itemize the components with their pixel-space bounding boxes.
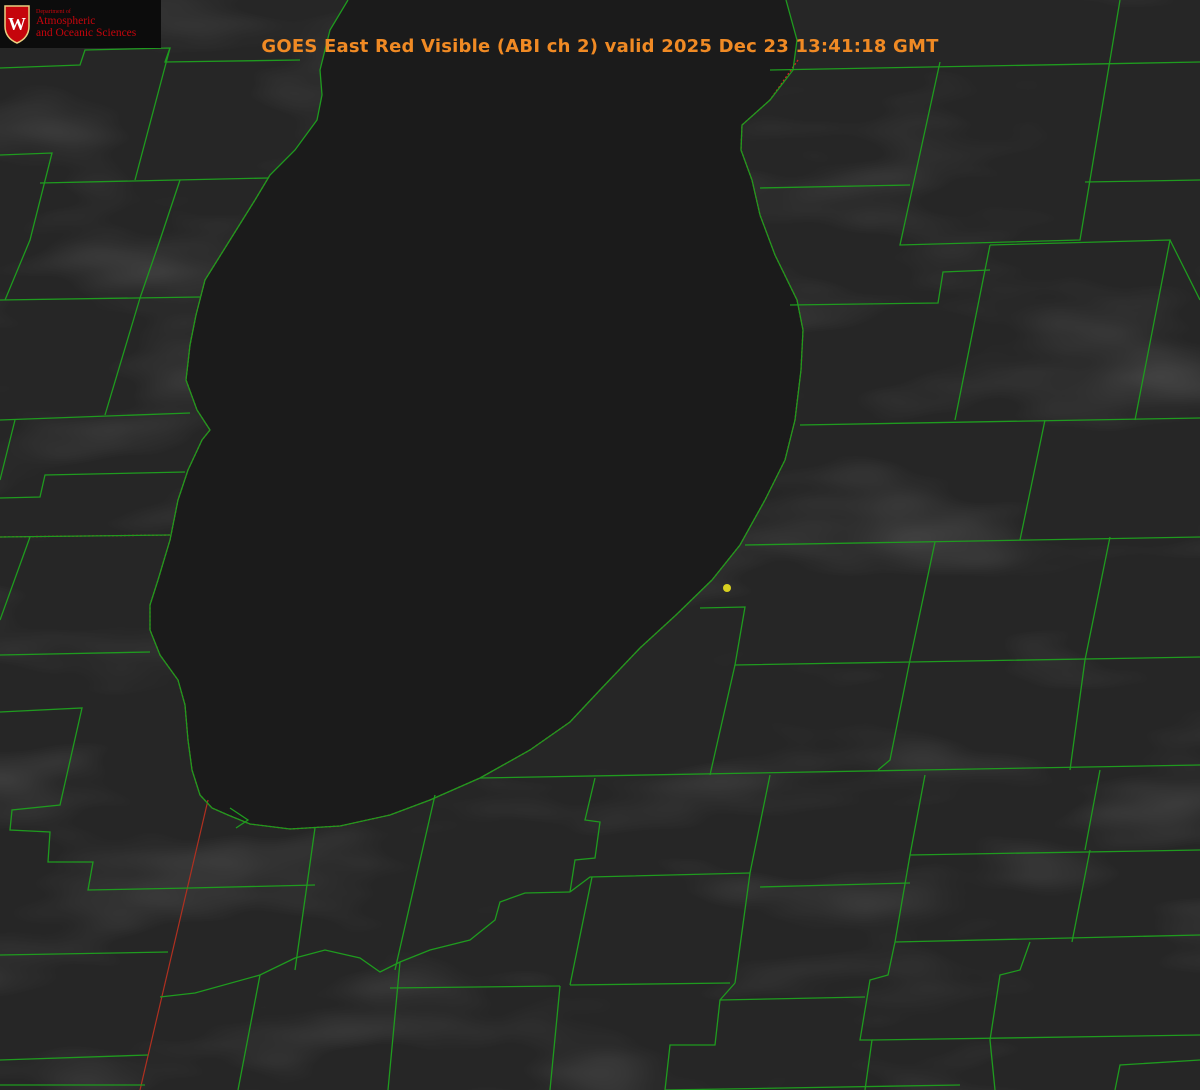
station-marker-icon (723, 584, 731, 592)
map-canvas (0, 0, 1200, 1090)
svg-text:W: W (8, 14, 26, 34)
satellite-image: W Department of Atmospheric and Oceanic … (0, 0, 1200, 1090)
image-title: GOES East Red Visible (ABI ch 2) valid 2… (261, 36, 939, 57)
logo-text: Department of Atmospheric and Oceanic Sc… (36, 9, 136, 39)
logo-line-1: Atmospheric (36, 15, 96, 28)
